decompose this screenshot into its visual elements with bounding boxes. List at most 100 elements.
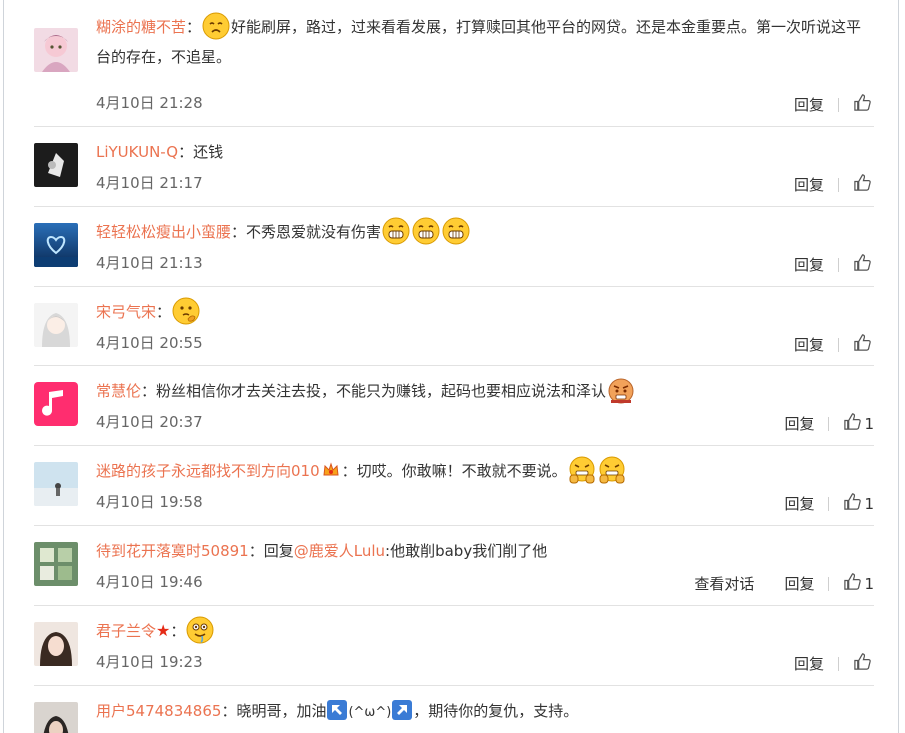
comment-text: LiYUKUN-Q：还钱	[96, 137, 874, 167]
arrow-up-right-icon	[391, 699, 413, 721]
username-link[interactable]: 待到花开落寞时50891	[96, 542, 249, 560]
comment-time: 4月10日 20:55	[96, 334, 203, 352]
like-button[interactable]	[853, 652, 874, 676]
comment-body: 粉丝相信你才去关注去投，不能只为赚钱，起码也要相应说法和泽认	[156, 382, 607, 400]
comment-actions: 查看对话 回复 1	[694, 572, 874, 596]
like-button[interactable]: 1	[843, 492, 874, 516]
comment-time: 4月10日 19:58	[96, 493, 203, 511]
comment-text: 待到花开落寞时50891：回复@鹿爱人Lulu:他敢削baby我们削了他	[96, 536, 874, 566]
comment-body: 晓明哥，加油	[236, 702, 327, 720]
sad-face-emoticon	[202, 12, 230, 40]
avatar[interactable]	[34, 542, 78, 586]
like-button[interactable]: 1	[843, 572, 874, 596]
comment-text: 轻轻松松瘦出小蛮腰：不秀恩爱就没有伤害	[96, 217, 874, 247]
grin-face-emoticon	[442, 217, 470, 245]
divider	[838, 178, 839, 192]
colon: ：	[186, 18, 202, 36]
arrow-up-left-icon	[326, 699, 348, 721]
comment-time: 4月10日 21:28	[96, 94, 203, 112]
view-conversation-button[interactable]: 查看对话	[694, 574, 754, 594]
colon: ：	[231, 223, 247, 241]
reply-button[interactable]: 回复	[794, 654, 824, 674]
avatar[interactable]	[34, 303, 78, 347]
comment-item: 糊涂的糖不苦： 好能刷屏，路过，过来看看发展，打算赎回其他平台的网贷。还是本金重要…	[34, 0, 874, 127]
kaomoji: (^ω^)	[348, 705, 392, 720]
comment-actions: 回复	[794, 652, 874, 676]
comment-actions: 回复	[794, 93, 874, 117]
avatar[interactable]	[34, 462, 78, 506]
like-button[interactable]	[853, 93, 874, 117]
divider	[838, 98, 839, 112]
reply-button[interactable]: 回复	[794, 255, 824, 275]
comment-actions: 回复 1	[784, 492, 874, 516]
reply-button[interactable]: 回复	[794, 175, 824, 195]
comment-text: 宋弓气宋：	[96, 297, 874, 327]
avatar[interactable]	[34, 28, 78, 72]
like-button[interactable]	[853, 253, 874, 277]
fist-face-emoticon	[568, 456, 596, 484]
thumbs-up-icon	[853, 333, 872, 357]
divider	[828, 577, 830, 591]
thumbs-up-icon	[853, 652, 872, 676]
avatar[interactable]	[34, 622, 78, 666]
avatar[interactable]	[34, 143, 78, 187]
comment-text: 常慧伦：粉丝相信你才去关注去投，不能只为赚钱，起码也要相应说法和泽认	[96, 376, 874, 406]
username-link[interactable]: 轻轻松松瘦出小蛮腰	[96, 223, 231, 241]
comment-body: :他敢削baby我们削了他	[385, 542, 548, 560]
reply-button[interactable]: 回复	[784, 574, 814, 594]
comment-item: 常慧伦：粉丝相信你才去关注去投，不能只为赚钱，起码也要相应说法和泽认 4月10日…	[34, 366, 874, 446]
comment-item: 君子兰令★： 4月10日 19:23 回复	[34, 606, 874, 686]
colon: ：	[248, 542, 264, 560]
thumbs-up-icon	[843, 412, 862, 436]
reply-button[interactable]: 回复	[784, 414, 814, 434]
angry-face-emoticon	[607, 376, 635, 404]
thumbs-up-icon	[843, 492, 862, 516]
comment-text: 用户5474834865：晓明哥，加油 (^ω^) ，期待你的复仇，支持。	[96, 696, 874, 728]
comment-body: 切哎。你敢嘛！不敢就不要说。	[356, 462, 567, 480]
comment-time: 4月10日 21:17	[96, 174, 203, 192]
comment-text: 迷路的孩子永远都找不到方向010 ：切哎。你敢嘛！不敢就不要说。	[96, 456, 874, 486]
thumbs-up-icon	[843, 572, 862, 596]
thumbs-up-icon	[853, 93, 872, 117]
comment-text: 君子兰令★：	[96, 616, 874, 646]
colon: ：	[178, 143, 194, 161]
reply-button[interactable]: 回复	[794, 335, 824, 355]
username-link[interactable]: 糊涂的糖不苦	[96, 18, 186, 36]
avatar[interactable]	[34, 382, 78, 426]
username-link[interactable]: 常慧伦	[96, 382, 141, 400]
username-link[interactable]: 君子兰令	[96, 622, 156, 640]
comment-actions: 回复 1	[784, 412, 874, 436]
username-link[interactable]: 迷路的孩子永远都找不到方向010	[96, 462, 320, 480]
like-count: 1	[864, 575, 874, 593]
divider	[838, 258, 839, 272]
fist-face-emoticon	[598, 456, 626, 484]
avatar[interactable]	[34, 223, 78, 267]
comment-body-tail: ，期待你的复仇，支持。	[413, 702, 579, 720]
comment-list-frame: 糊涂的糖不苦： 好能刷屏，路过，过来看看发展，打算赎回其他平台的网贷。还是本金重要…	[3, 0, 899, 733]
comment-item: 待到花开落寞时50891：回复@鹿爱人Lulu:他敢削baby我们削了他 4月1…	[34, 526, 874, 606]
divider	[828, 417, 830, 431]
crown-badge-icon	[322, 461, 340, 479]
like-button[interactable]	[853, 173, 874, 197]
colon: ：	[341, 462, 357, 480]
drool-face-emoticon	[186, 616, 214, 644]
username-link[interactable]: 用户5474834865	[96, 702, 221, 720]
comment-actions: 回复	[794, 253, 874, 277]
grin-face-emoticon	[412, 217, 440, 245]
comment-time: 4月10日 19:46	[96, 573, 203, 591]
mention-link[interactable]: @鹿爱人Lulu	[294, 542, 385, 560]
colon: ：	[170, 622, 186, 640]
username-link[interactable]: 宋弓气宋	[96, 303, 156, 321]
like-button[interactable]	[853, 333, 874, 357]
divider	[828, 497, 830, 511]
colon: ：	[141, 382, 157, 400]
avatar[interactable]	[34, 702, 78, 733]
thinking-face-emoticon	[172, 297, 200, 325]
reply-button[interactable]: 回复	[784, 494, 814, 514]
divider	[838, 657, 839, 671]
like-button[interactable]: 1	[843, 412, 874, 436]
username-link[interactable]: LiYUKUN-Q	[96, 143, 178, 161]
comment-text: 糊涂的糖不苦： 好能刷屏，路过，过来看看发展，打算赎回其他平台的网贷。还是本金重要…	[96, 12, 874, 72]
comment-actions: 回复	[794, 173, 874, 197]
reply-button[interactable]: 回复	[794, 95, 824, 115]
